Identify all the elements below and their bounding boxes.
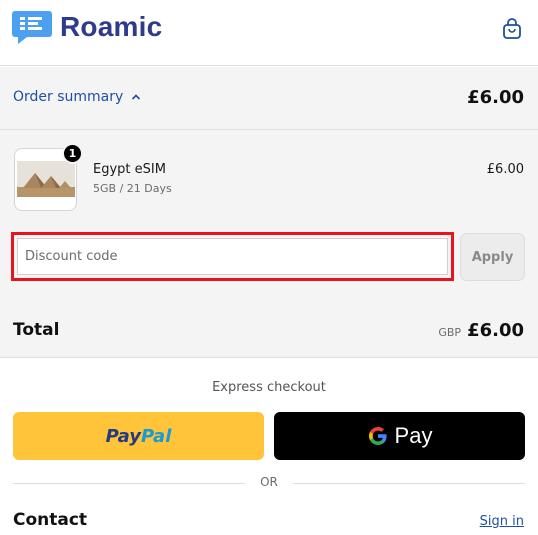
paypal-logo-part1: Pay	[105, 425, 141, 447]
paypal-logo: PayPal	[106, 426, 172, 447]
pyramids-image	[17, 161, 75, 197]
line-item: 1 Egypt eSIM 5GB / 21 Days £6.00	[14, 143, 524, 214]
chevron-up-icon	[132, 94, 141, 100]
contact-heading: Contact	[13, 510, 88, 530]
shopping-bag-icon[interactable]	[500, 16, 524, 40]
express-checkout-label: Express checkout	[212, 380, 326, 395]
discount-highlight-box	[11, 232, 454, 281]
product-variant: 5GB / 21 Days	[93, 182, 172, 195]
paypal-button[interactable]: PayPal	[13, 412, 264, 460]
google-pay-button[interactable]: Pay	[274, 412, 525, 460]
google-g-icon	[368, 427, 387, 445]
order-summary-label[interactable]: Order summary	[13, 89, 141, 105]
brand-name: Roamic	[60, 11, 163, 42]
google-pay-label: Pay	[394, 423, 433, 448]
order-summary-total: £6.00	[467, 87, 524, 108]
total-label: Total	[13, 320, 60, 340]
header: Roamic	[0, 0, 538, 66]
paypal-logo-part2: Pal	[141, 425, 172, 447]
apply-discount-button[interactable]: Apply	[460, 233, 525, 281]
order-summary-panel: Order summary £6.00 1 Egypt eSIM 5GB / 2…	[0, 67, 538, 358]
order-summary-toggle[interactable]: Order summary £6.00	[0, 67, 538, 130]
divider-right	[293, 483, 525, 484]
or-divider-text: OR	[260, 475, 278, 489]
order-summary-text: Order summary	[13, 89, 124, 105]
currency-code: GBP	[438, 326, 462, 339]
sign-in-link[interactable]: Sign in	[480, 514, 524, 529]
product-price: £6.00	[486, 162, 524, 177]
quantity-badge: 1	[62, 143, 83, 164]
total-amount: £6.00	[467, 320, 524, 341]
brand-logo[interactable]: Roamic	[12, 8, 162, 46]
sim-chat-logo-icon	[12, 8, 54, 46]
product-name: Egypt eSIM	[93, 162, 166, 177]
discount-code-input[interactable]	[17, 238, 448, 275]
total-value: GBP £6.00	[438, 320, 524, 341]
